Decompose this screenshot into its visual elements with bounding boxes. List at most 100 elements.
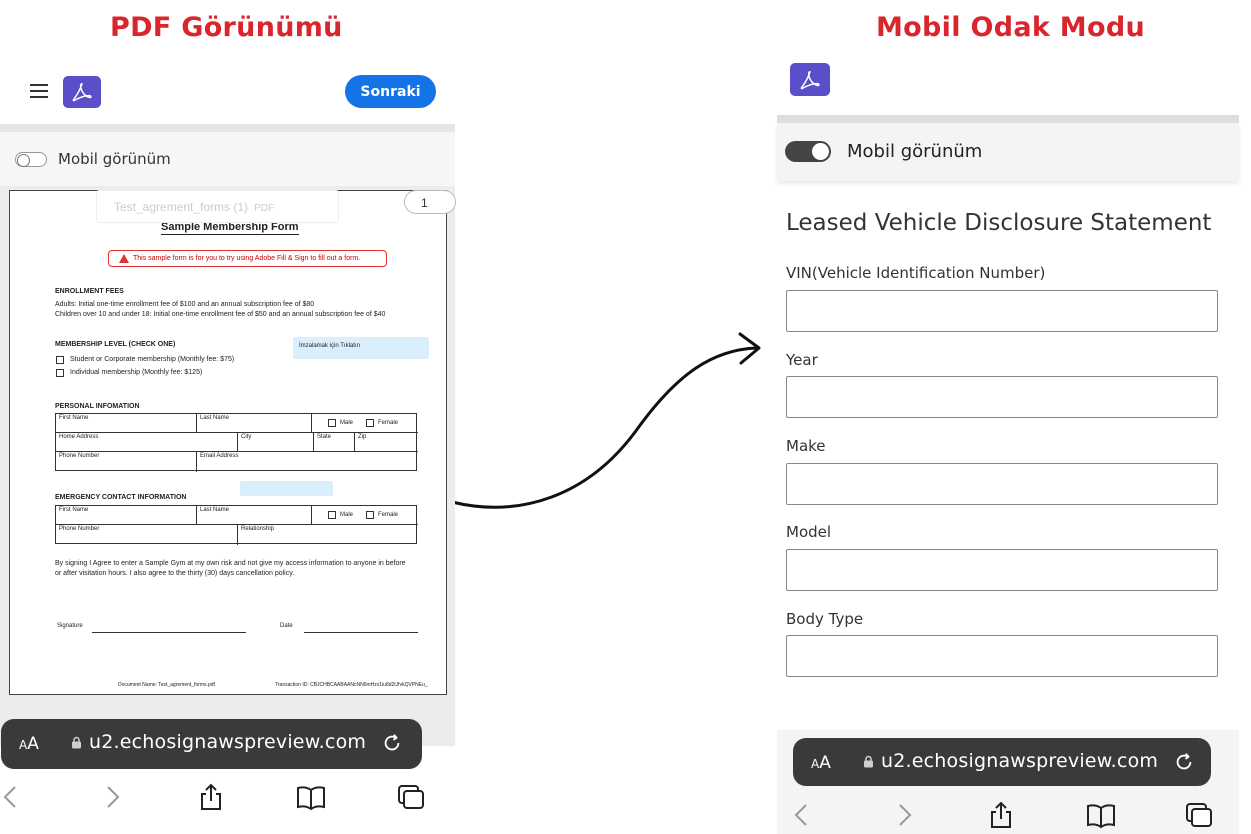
personal-title: PERSONAL INFOMATION bbox=[55, 403, 140, 410]
share-icon[interactable] bbox=[196, 782, 226, 812]
state-cell[interactable]: State bbox=[314, 433, 355, 452]
share-icon[interactable] bbox=[986, 800, 1016, 830]
enrollment-title: ENROLLMENT FEES bbox=[55, 288, 124, 295]
emergency-grid: First Name Last Name Male Female Phone N… bbox=[55, 505, 418, 545]
vin-input[interactable] bbox=[786, 290, 1218, 332]
agreement-line-2: or after visitation hours. I also agree … bbox=[55, 570, 295, 577]
emergency-title: EMERGENCY CONTACT INFORMATION bbox=[55, 494, 187, 501]
mobile-focus-phone: Mobil görünüm Leased Vehicle Disclosure … bbox=[777, 55, 1239, 834]
membership-individual-label: Individual membership (Monthly fee: $125… bbox=[70, 369, 203, 376]
emergency-first-name-cell[interactable]: First Name bbox=[56, 506, 197, 525]
separator bbox=[0, 124, 455, 132]
highlighted-field[interactable] bbox=[240, 481, 333, 496]
vin-label: VIN(Vehicle Identification Number) bbox=[786, 264, 1046, 282]
date-label: Date bbox=[280, 623, 293, 629]
male-checkbox[interactable] bbox=[328, 419, 336, 427]
separator bbox=[777, 115, 1239, 123]
footer-document-name: Document Name: Test_agrement_forms.pdf bbox=[118, 682, 215, 688]
tabs-icon[interactable] bbox=[396, 782, 426, 812]
reload-icon[interactable] bbox=[381, 732, 403, 754]
female-label: Female bbox=[378, 420, 399, 426]
lock-icon bbox=[864, 755, 873, 768]
make-input[interactable] bbox=[786, 463, 1218, 505]
arrow-icon bbox=[450, 332, 761, 509]
page-number-badge: 1 bbox=[404, 190, 456, 214]
enrollment-line-1: Adults: Initial one-time enrollment fee … bbox=[55, 301, 315, 308]
document-name-chip: Test_agrement_forms (1) PDF bbox=[96, 190, 339, 223]
female-checkbox[interactable] bbox=[366, 419, 374, 427]
bookmarks-icon[interactable] bbox=[296, 782, 326, 812]
date-line[interactable] bbox=[304, 632, 418, 633]
first-name-cell[interactable]: First Name bbox=[56, 414, 197, 433]
pdf-page-area[interactable]: Sample Membership Form This sample form … bbox=[0, 186, 456, 746]
sign-here-text: İmzalamak için Tıklatın bbox=[299, 343, 360, 349]
mobile-view-label: Mobil görünüm bbox=[847, 141, 983, 162]
browser-toolbar bbox=[0, 772, 455, 822]
tabs-icon[interactable] bbox=[1184, 800, 1214, 830]
reader-settings-button[interactable]: AA bbox=[811, 753, 831, 773]
url-text: u2.echosignawspreview.com bbox=[881, 750, 1159, 772]
forward-icon[interactable] bbox=[889, 800, 919, 830]
pdf-page: Sample Membership Form This sample form … bbox=[9, 190, 447, 695]
lock-icon bbox=[72, 736, 81, 749]
city-cell[interactable]: City bbox=[238, 433, 314, 452]
footer-transaction-id: Transaction ID: CBJCHBCAABAANcNN6mHzx1lu… bbox=[275, 682, 428, 688]
next-button[interactable]: Sonraki bbox=[345, 75, 436, 108]
agreement-line-1: By signing I Agree to enter a Sample Gym… bbox=[55, 560, 406, 567]
model-label: Model bbox=[786, 523, 832, 541]
back-icon[interactable] bbox=[787, 800, 817, 830]
form-title: Sample Membership Form bbox=[161, 221, 299, 235]
year-label: Year bbox=[786, 351, 818, 369]
enrollment-line-2: Children over 10 and under 18: Initial o… bbox=[55, 311, 386, 318]
bookmarks-icon[interactable] bbox=[1086, 800, 1116, 830]
form-title: Leased Vehicle Disclosure Statement bbox=[786, 210, 1212, 236]
emergency-phone-cell[interactable]: Phone Number bbox=[56, 525, 238, 545]
back-icon[interactable] bbox=[0, 782, 26, 812]
url-text: u2.echosignawspreview.com bbox=[89, 731, 367, 753]
body-type-label: Body Type bbox=[786, 610, 864, 628]
emergency-male-label: Male bbox=[340, 512, 354, 518]
pdf-view-phone: Sonraki Mobil görünüm Sample Membership … bbox=[0, 60, 456, 834]
zip-cell[interactable]: Zip bbox=[355, 433, 418, 452]
address-bar[interactable]: AA u2.echosignawspreview.com bbox=[1, 719, 422, 769]
signature-label: Signature bbox=[57, 623, 83, 629]
emergency-last-name-cell[interactable]: Last Name bbox=[197, 506, 312, 525]
reload-icon[interactable] bbox=[1173, 751, 1195, 773]
home-address-cell[interactable]: Home Address bbox=[56, 433, 238, 452]
signature-line[interactable] bbox=[92, 632, 246, 633]
sign-here-field[interactable]: İmzalamak için Tıklatın bbox=[293, 337, 429, 359]
last-name-cell[interactable]: Last Name bbox=[197, 414, 312, 433]
address-bar[interactable]: AA u2.echosignawspreview.com bbox=[793, 738, 1211, 786]
emergency-female-checkbox[interactable] bbox=[366, 511, 374, 519]
acrobat-icon bbox=[790, 63, 830, 96]
document-name: Test_agrement_forms (1) bbox=[114, 200, 249, 214]
emergency-male-checkbox[interactable] bbox=[328, 511, 336, 519]
reader-settings-button[interactable]: AA bbox=[19, 734, 39, 754]
year-input[interactable] bbox=[786, 376, 1218, 418]
body-type-input[interactable] bbox=[786, 635, 1218, 677]
mobile-view-label: Mobil görünüm bbox=[58, 150, 171, 168]
mobile-view-toggle[interactable] bbox=[15, 152, 47, 167]
make-label: Make bbox=[786, 437, 826, 455]
personal-info-grid: First Name Last Name Male Female Home Ad… bbox=[55, 413, 418, 472]
male-label: Male bbox=[340, 420, 354, 426]
email-cell[interactable]: Email Address bbox=[197, 452, 418, 472]
browser-toolbar bbox=[777, 790, 1239, 834]
mobile-view-toggle[interactable] bbox=[785, 141, 831, 162]
relationship-cell[interactable]: Relationship bbox=[238, 525, 418, 545]
warning-icon bbox=[119, 254, 129, 263]
sample-notice: This sample form is for you to try using… bbox=[108, 250, 387, 267]
model-input[interactable] bbox=[786, 549, 1218, 591]
acrobat-icon bbox=[63, 76, 101, 108]
forward-icon[interactable] bbox=[97, 782, 127, 812]
sample-notice-text: This sample form is for you to try using… bbox=[133, 255, 361, 262]
membership-title: MEMBERSHIP LEVEL (CHECK ONE) bbox=[55, 341, 176, 348]
phone-cell[interactable]: Phone Number bbox=[56, 452, 197, 472]
heading-pdf-view: PDF Görünümü bbox=[110, 12, 343, 43]
menu-icon[interactable] bbox=[30, 84, 48, 98]
membership-individual-checkbox[interactable] bbox=[56, 369, 64, 377]
membership-student-checkbox[interactable] bbox=[56, 356, 64, 364]
mobile-view-row: Mobil görünüm bbox=[0, 132, 455, 186]
document-type: PDF bbox=[254, 203, 275, 214]
membership-student-label: Student or Corporate membership (Monthly… bbox=[70, 356, 235, 363]
